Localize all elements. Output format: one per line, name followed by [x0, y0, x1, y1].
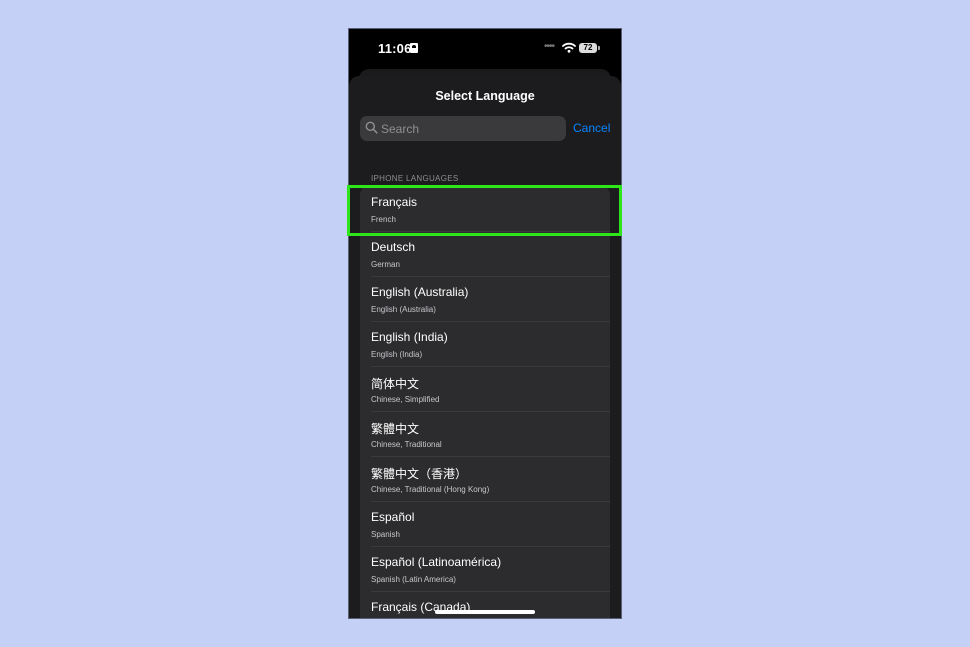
cancel-button[interactable]: Cancel: [573, 121, 610, 135]
language-subtitle: Spanish: [371, 530, 400, 539]
language-row-german[interactable]: Deutsch German: [360, 231, 610, 276]
language-name: 简体中文: [371, 377, 420, 391]
language-row-chinese-hong-kong[interactable]: 繁體中文（香港） Chinese, Traditional (Hong Kong…: [360, 456, 610, 501]
language-list: Français French Deutsch German English (…: [360, 186, 610, 618]
language-subtitle: Chinese, Traditional (Hong Kong): [371, 485, 490, 494]
sheet-title: Select Language: [435, 89, 535, 103]
language-name: Deutsch: [371, 240, 416, 254]
language-row-english-australia[interactable]: English (Australia) English (Australia): [360, 276, 610, 321]
language-subtitle: English (India): [371, 350, 423, 359]
language-row-english-india[interactable]: English (India) English (India): [360, 321, 610, 366]
cellular-dots-icon: ••••: [544, 41, 555, 52]
wifi-icon: [562, 42, 576, 53]
language-subtitle: English (Australia): [371, 305, 436, 314]
language-name: Español: [371, 510, 415, 524]
language-subtitle: Spanish (Latin America): [371, 575, 456, 584]
language-name: English (Australia): [371, 285, 469, 299]
language-row-spanish-latin-america[interactable]: Español (Latinoamérica) Spanish (Latin A…: [360, 546, 610, 591]
language-name: 繁體中文（香港）: [371, 467, 468, 481]
language-name: 繁體中文: [371, 422, 420, 436]
section-header: IPHONE LANGUAGES: [371, 174, 459, 183]
search-field[interactable]: [360, 116, 566, 141]
highlight-box: [347, 185, 622, 236]
home-indicator[interactable]: [435, 610, 535, 614]
language-subtitle: Chinese, Simplified: [371, 395, 440, 404]
language-sheet: Select Language Cancel IPHONE LANGUAGES …: [349, 76, 621, 618]
search-icon: [365, 121, 378, 134]
language-name: Español (Latinoamérica): [371, 555, 502, 569]
language-row-spanish[interactable]: Español Spanish: [360, 501, 610, 546]
search-input[interactable]: [381, 116, 561, 141]
language-subtitle: German: [371, 260, 400, 269]
status-bar: 11:06 •••• 72: [349, 29, 621, 69]
phone-screen: 11:06 •••• 72 Select Language Cancel IPH…: [348, 28, 622, 619]
language-row-chinese-simplified[interactable]: 简体中文 Chinese, Simplified: [360, 366, 610, 411]
language-subtitle: Chinese, Traditional: [371, 440, 442, 449]
contact-card-icon: [410, 43, 418, 53]
language-row-french-canada[interactable]: Français (Canada): [360, 591, 610, 618]
language-row-chinese-traditional[interactable]: 繁體中文 Chinese, Traditional: [360, 411, 610, 456]
language-name: English (India): [371, 330, 448, 344]
battery-icon: 72: [579, 43, 600, 53]
status-time: 11:06: [378, 41, 412, 56]
